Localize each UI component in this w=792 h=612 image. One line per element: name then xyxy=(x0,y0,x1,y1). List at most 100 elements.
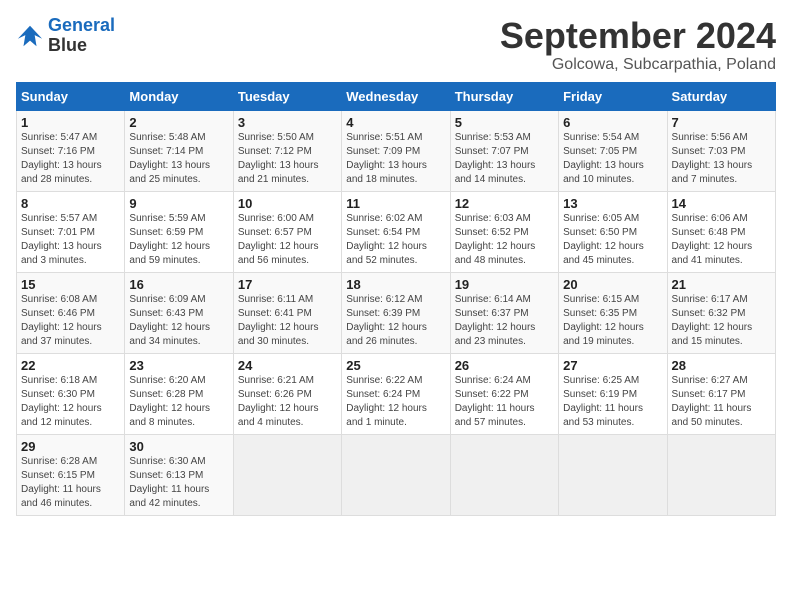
header: GeneralBlue September 2024 Golcowa, Subc… xyxy=(16,16,776,74)
day-info: Sunrise: 6:06 AMSunset: 6:48 PMDaylight:… xyxy=(672,212,771,268)
col-tuesday: Tuesday xyxy=(233,82,341,110)
calendar-cell: 24Sunrise: 6:21 AMSunset: 6:26 PMDayligh… xyxy=(233,353,341,434)
subtitle: Golcowa, Subcarpathia, Poland xyxy=(500,56,776,74)
day-number: 28 xyxy=(672,358,771,373)
col-thursday: Thursday xyxy=(450,82,558,110)
calendar-cell xyxy=(559,434,667,515)
day-info: Sunrise: 6:22 AMSunset: 6:24 PMDaylight:… xyxy=(346,374,445,430)
day-number: 16 xyxy=(129,277,228,292)
day-info: Sunrise: 6:24 AMSunset: 6:22 PMDaylight:… xyxy=(455,374,554,430)
calendar-cell: 25Sunrise: 6:22 AMSunset: 6:24 PMDayligh… xyxy=(342,353,450,434)
day-info: Sunrise: 6:15 AMSunset: 6:35 PMDaylight:… xyxy=(563,293,662,349)
day-number: 4 xyxy=(346,115,445,130)
calendar-cell: 18Sunrise: 6:12 AMSunset: 6:39 PMDayligh… xyxy=(342,272,450,353)
day-number: 14 xyxy=(672,196,771,211)
day-number: 15 xyxy=(21,277,120,292)
calendar-cell: 8Sunrise: 5:57 AMSunset: 7:01 PMDaylight… xyxy=(17,191,125,272)
calendar-cell: 1Sunrise: 5:47 AMSunset: 7:16 PMDaylight… xyxy=(17,110,125,191)
day-number: 29 xyxy=(21,439,120,454)
logo-text: GeneralBlue xyxy=(48,16,115,56)
calendar-cell xyxy=(450,434,558,515)
day-number: 2 xyxy=(129,115,228,130)
day-info: Sunrise: 6:27 AMSunset: 6:17 PMDaylight:… xyxy=(672,374,771,430)
day-info: Sunrise: 6:25 AMSunset: 6:19 PMDaylight:… xyxy=(563,374,662,430)
day-number: 18 xyxy=(346,277,445,292)
calendar-cell: 14Sunrise: 6:06 AMSunset: 6:48 PMDayligh… xyxy=(667,191,775,272)
calendar-cell: 29Sunrise: 6:28 AMSunset: 6:15 PMDayligh… xyxy=(17,434,125,515)
calendar-cell: 13Sunrise: 6:05 AMSunset: 6:50 PMDayligh… xyxy=(559,191,667,272)
calendar-cell: 28Sunrise: 6:27 AMSunset: 6:17 PMDayligh… xyxy=(667,353,775,434)
day-info: Sunrise: 5:50 AMSunset: 7:12 PMDaylight:… xyxy=(238,131,337,187)
calendar-row: 22Sunrise: 6:18 AMSunset: 6:30 PMDayligh… xyxy=(17,353,776,434)
calendar-row: 1Sunrise: 5:47 AMSunset: 7:16 PMDaylight… xyxy=(17,110,776,191)
calendar-cell: 5Sunrise: 5:53 AMSunset: 7:07 PMDaylight… xyxy=(450,110,558,191)
day-number: 12 xyxy=(455,196,554,211)
day-number: 7 xyxy=(672,115,771,130)
day-number: 25 xyxy=(346,358,445,373)
calendar-cell: 17Sunrise: 6:11 AMSunset: 6:41 PMDayligh… xyxy=(233,272,341,353)
day-info: Sunrise: 6:14 AMSunset: 6:37 PMDaylight:… xyxy=(455,293,554,349)
day-info: Sunrise: 6:02 AMSunset: 6:54 PMDaylight:… xyxy=(346,212,445,268)
calendar-cell: 21Sunrise: 6:17 AMSunset: 6:32 PMDayligh… xyxy=(667,272,775,353)
day-info: Sunrise: 6:03 AMSunset: 6:52 PMDaylight:… xyxy=(455,212,554,268)
day-number: 11 xyxy=(346,196,445,211)
calendar-cell: 16Sunrise: 6:09 AMSunset: 6:43 PMDayligh… xyxy=(125,272,233,353)
day-info: Sunrise: 5:48 AMSunset: 7:14 PMDaylight:… xyxy=(129,131,228,187)
logo: GeneralBlue xyxy=(16,16,115,56)
day-number: 3 xyxy=(238,115,337,130)
day-info: Sunrise: 5:53 AMSunset: 7:07 PMDaylight:… xyxy=(455,131,554,187)
day-info: Sunrise: 6:20 AMSunset: 6:28 PMDaylight:… xyxy=(129,374,228,430)
calendar-cell xyxy=(342,434,450,515)
day-number: 19 xyxy=(455,277,554,292)
day-number: 23 xyxy=(129,358,228,373)
calendar-cell: 23Sunrise: 6:20 AMSunset: 6:28 PMDayligh… xyxy=(125,353,233,434)
header-row: Sunday Monday Tuesday Wednesday Thursday… xyxy=(17,82,776,110)
day-number: 6 xyxy=(563,115,662,130)
calendar-cell: 20Sunrise: 6:15 AMSunset: 6:35 PMDayligh… xyxy=(559,272,667,353)
day-info: Sunrise: 5:56 AMSunset: 7:03 PMDaylight:… xyxy=(672,131,771,187)
calendar-cell xyxy=(667,434,775,515)
calendar-row: 15Sunrise: 6:08 AMSunset: 6:46 PMDayligh… xyxy=(17,272,776,353)
calendar-cell: 12Sunrise: 6:03 AMSunset: 6:52 PMDayligh… xyxy=(450,191,558,272)
calendar-cell xyxy=(233,434,341,515)
calendar-cell: 7Sunrise: 5:56 AMSunset: 7:03 PMDaylight… xyxy=(667,110,775,191)
day-info: Sunrise: 5:51 AMSunset: 7:09 PMDaylight:… xyxy=(346,131,445,187)
col-monday: Monday xyxy=(125,82,233,110)
day-info: Sunrise: 5:57 AMSunset: 7:01 PMDaylight:… xyxy=(21,212,120,268)
calendar-cell: 4Sunrise: 5:51 AMSunset: 7:09 PMDaylight… xyxy=(342,110,450,191)
day-number: 27 xyxy=(563,358,662,373)
day-number: 20 xyxy=(563,277,662,292)
title-block: September 2024 Golcowa, Subcarpathia, Po… xyxy=(500,16,776,74)
calendar-cell: 30Sunrise: 6:30 AMSunset: 6:13 PMDayligh… xyxy=(125,434,233,515)
calendar-cell: 2Sunrise: 5:48 AMSunset: 7:14 PMDaylight… xyxy=(125,110,233,191)
day-number: 24 xyxy=(238,358,337,373)
calendar-cell: 27Sunrise: 6:25 AMSunset: 6:19 PMDayligh… xyxy=(559,353,667,434)
calendar-cell: 6Sunrise: 5:54 AMSunset: 7:05 PMDaylight… xyxy=(559,110,667,191)
day-number: 22 xyxy=(21,358,120,373)
logo-icon xyxy=(16,22,44,50)
calendar-cell: 19Sunrise: 6:14 AMSunset: 6:37 PMDayligh… xyxy=(450,272,558,353)
day-info: Sunrise: 6:08 AMSunset: 6:46 PMDaylight:… xyxy=(21,293,120,349)
day-number: 1 xyxy=(21,115,120,130)
day-info: Sunrise: 6:21 AMSunset: 6:26 PMDaylight:… xyxy=(238,374,337,430)
day-info: Sunrise: 6:00 AMSunset: 6:57 PMDaylight:… xyxy=(238,212,337,268)
day-info: Sunrise: 6:28 AMSunset: 6:15 PMDaylight:… xyxy=(21,455,120,511)
day-number: 13 xyxy=(563,196,662,211)
day-number: 30 xyxy=(129,439,228,454)
month-title: September 2024 xyxy=(500,16,776,56)
calendar-cell: 3Sunrise: 5:50 AMSunset: 7:12 PMDaylight… xyxy=(233,110,341,191)
day-info: Sunrise: 5:47 AMSunset: 7:16 PMDaylight:… xyxy=(21,131,120,187)
col-sunday: Sunday xyxy=(17,82,125,110)
day-info: Sunrise: 6:11 AMSunset: 6:41 PMDaylight:… xyxy=(238,293,337,349)
day-number: 5 xyxy=(455,115,554,130)
calendar-table: Sunday Monday Tuesday Wednesday Thursday… xyxy=(16,82,776,516)
calendar-cell: 11Sunrise: 6:02 AMSunset: 6:54 PMDayligh… xyxy=(342,191,450,272)
col-friday: Friday xyxy=(559,82,667,110)
day-info: Sunrise: 5:54 AMSunset: 7:05 PMDaylight:… xyxy=(563,131,662,187)
day-number: 21 xyxy=(672,277,771,292)
day-info: Sunrise: 6:12 AMSunset: 6:39 PMDaylight:… xyxy=(346,293,445,349)
day-info: Sunrise: 6:18 AMSunset: 6:30 PMDaylight:… xyxy=(21,374,120,430)
calendar-row: 29Sunrise: 6:28 AMSunset: 6:15 PMDayligh… xyxy=(17,434,776,515)
day-number: 9 xyxy=(129,196,228,211)
calendar-cell: 22Sunrise: 6:18 AMSunset: 6:30 PMDayligh… xyxy=(17,353,125,434)
